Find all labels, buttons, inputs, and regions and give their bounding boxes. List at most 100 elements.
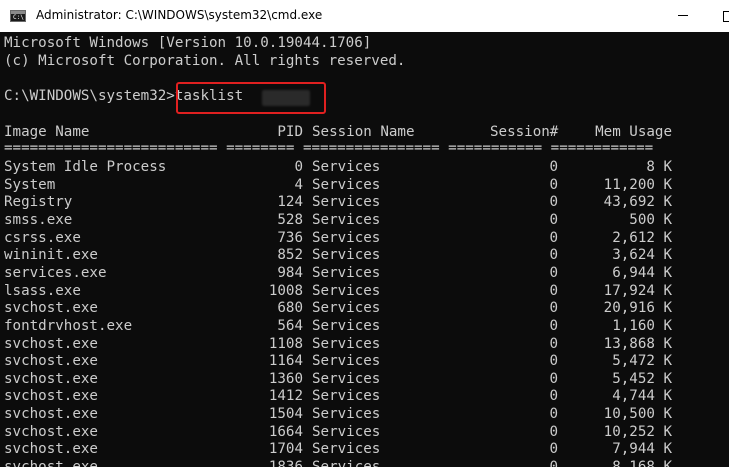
title-bar[interactable]: C:\ Administrator: C:\WINDOWS\system32\c…: [0, 0, 729, 32]
process-session-name: Services: [312, 458, 380, 467]
process-mem-usage: 8,168 K: [580, 458, 672, 467]
process-session-name: Services: [312, 194, 381, 211]
process-name: csrss.exe: [4, 229, 81, 246]
maximize-icon: [723, 11, 729, 22]
process-pid: 124: [277, 194, 303, 211]
process-name: svchost.exe: [4, 300, 98, 317]
process-row: lsass.exe 1008 Services 0 17,924 K: [0, 282, 729, 300]
process-row: smss.exe 528 Services 0 500 K: [0, 211, 729, 229]
process-session-name: Services: [312, 247, 381, 264]
process-name: lsass.exe: [4, 282, 81, 299]
process-name: svchost.exe: [4, 406, 98, 423]
process-mem-usage: 5,472 K: [612, 353, 672, 370]
process-session-num: 0: [549, 423, 558, 440]
process-name: System: [4, 176, 56, 193]
process-pid: 852: [277, 247, 303, 264]
process-session-num: 0: [549, 300, 558, 317]
process-row: svchost.exe 1412 Services 0 4,744 K: [0, 387, 729, 405]
process-mem-usage: 11,200 K: [603, 176, 672, 193]
process-row: svchost.exe 680 Services 0 20,916 K: [0, 299, 729, 317]
process-session-name: Services: [312, 370, 381, 387]
process-pid: 1360: [268, 370, 303, 387]
process-name: smss.exe: [4, 211, 73, 228]
process-session-name: Services: [312, 159, 381, 175]
process-mem-usage: 1,160 K: [612, 317, 672, 334]
process-row: svchost.exe 1704 Services 0 7,944 K: [0, 440, 729, 458]
process-name: wininit.exe: [4, 247, 98, 264]
process-session-name: Services: [312, 176, 381, 193]
process-name: services.exe: [4, 264, 107, 281]
process-row: csrss.exe 736 Services 0 2,612 K: [0, 229, 729, 247]
process-pid: 564: [277, 317, 303, 334]
command-highlight-box: [176, 82, 326, 114]
process-session-num: 0: [549, 264, 558, 281]
process-session-name: Services: [312, 406, 381, 423]
process-pid: 680: [277, 300, 303, 317]
process-session-name: Services: [312, 300, 381, 317]
process-session-num: 0: [549, 159, 558, 175]
process-session-name: Services: [312, 317, 381, 334]
process-row: svchost.exe 1360 Services 0 5,452 K: [0, 370, 729, 388]
process-mem-usage: 20,916 K: [603, 300, 672, 317]
minimize-icon: [678, 15, 688, 16]
process-session-num: 0: [549, 406, 558, 423]
process-name: svchost.exe: [4, 458, 98, 467]
process-session-num: 0: [490, 458, 558, 467]
process-session-num: 0: [549, 335, 558, 352]
process-pid: 1164: [268, 353, 303, 370]
process-mem-usage: 17,924 K: [603, 282, 672, 299]
process-row: System 4 Services 0 11,200 K: [0, 176, 729, 194]
process-name: svchost.exe: [4, 370, 98, 387]
process-pid: 984: [277, 264, 303, 281]
process-row: services.exe 984 Services 0 6,944 K: [0, 264, 729, 282]
prompt-text: C:\WINDOWS\system32>: [4, 88, 175, 104]
process-pid: 1836: [230, 458, 303, 467]
process-row: svchost.exe 1504 Services 0 10,500 K: [0, 405, 729, 423]
minimize-button[interactable]: [660, 0, 706, 32]
process-session-num: 0: [549, 211, 558, 228]
process-session-name: Services: [312, 353, 381, 370]
process-pid: 1664: [268, 423, 303, 440]
process-session-name: Services: [312, 335, 381, 352]
process-session-num: 0: [549, 317, 558, 334]
process-pid: 1504: [268, 406, 303, 423]
process-session-name: Services: [312, 264, 381, 281]
process-mem-usage: 3,624 K: [612, 247, 672, 264]
process-row: wininit.exe 852 Services 0 3,624 K: [0, 246, 729, 264]
window-title: Administrator: C:\WINDOWS\system32\cmd.e…: [36, 8, 323, 22]
process-mem-usage: 10,252 K: [603, 423, 672, 440]
maximize-button[interactable]: [706, 0, 729, 32]
process-mem-usage: 6,944 K: [612, 264, 672, 281]
process-pid: 1108: [268, 335, 303, 352]
process-mem-usage: 8 K: [646, 159, 672, 175]
process-session-name: Services: [312, 388, 381, 405]
cmd-icon-glyph: C:\: [13, 14, 24, 21]
process-row: fontdrvhost.exe 564 Services 0 1,160 K: [0, 317, 729, 335]
process-pid: 736: [277, 229, 303, 246]
version-line: Microsoft Windows [Version 10.0.19044.17…: [4, 35, 372, 51]
process-session-name: Services: [312, 282, 381, 299]
cmd-icon: C:\: [10, 10, 26, 22]
process-name: System Idle Process: [4, 159, 167, 175]
process-session-num: 0: [549, 353, 558, 370]
process-row: System Idle Process 0 Services 0 8 K: [0, 158, 729, 176]
cmd-window: C:\ Administrator: C:\WINDOWS\system32\c…: [0, 0, 729, 467]
process-session-num: 0: [549, 441, 558, 458]
process-session-num: 0: [549, 388, 558, 405]
process-pid: 528: [277, 211, 303, 228]
process-session-num: 0: [549, 229, 558, 246]
process-mem-usage: 2,612 K: [612, 229, 672, 246]
process-mem-usage: 43,692 K: [603, 194, 672, 211]
console-output[interactable]: Microsoft Windows [Version 10.0.19044.17…: [0, 32, 729, 467]
separator-line: ========================= ======== =====…: [4, 140, 654, 156]
process-name: svchost.exe: [4, 353, 98, 370]
process-name: svchost.exe: [4, 441, 98, 458]
process-name: svchost.exe: [4, 388, 98, 405]
copyright-line: (c) Microsoft Corporation. All rights re…: [4, 53, 406, 69]
process-mem-usage: 7,944 K: [612, 441, 672, 458]
process-session-name: Services: [312, 211, 381, 228]
process-row: svchost.exe 1836 Services 0 8,168 K: [0, 458, 729, 467]
process-name: svchost.exe: [4, 423, 98, 440]
process-session-num: 0: [549, 194, 558, 211]
process-session-num: 0: [549, 370, 558, 387]
